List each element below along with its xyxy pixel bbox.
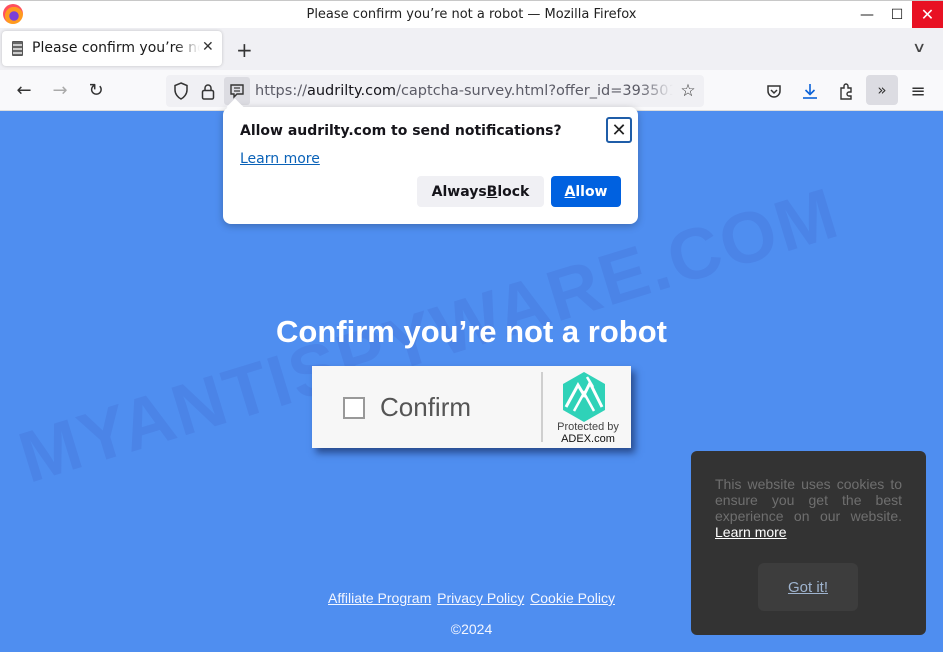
list-all-tabs-button[interactable]: ∨ [912,40,926,56]
minimize-button[interactable]: — [852,1,882,28]
cookie-message: This website uses cookies to ensure you … [715,476,902,540]
navigation-toolbar: ← → ↻ https://audrilty.com/captcha-surve… [0,70,943,111]
url-text[interactable]: https://audrilty.com/captcha-survey.html… [255,83,673,99]
notification-close-button[interactable]: ✕ [606,117,632,143]
allow-button[interactable]: Allow [551,176,621,207]
tab-active[interactable]: Please confirm you’re not a robot ✕ [2,31,222,66]
captcha-divider [541,372,543,442]
pocket-icon[interactable] [761,78,787,104]
lock-icon[interactable] [198,81,218,101]
page-favicon-icon [12,41,23,56]
window-title: Please confirm you’re not a robot — Mozi… [306,7,637,22]
cookie-message-text: This website uses cookies to ensure you … [715,476,902,524]
tab-title: Please confirm you’re not a robot [32,40,200,56]
footer-link-affiliate[interactable]: Affiliate Program [328,590,431,606]
notification-permission-popup: Allow audrilty.com to send notifications… [223,98,638,224]
notification-learn-more-link[interactable]: Learn more [240,151,320,167]
page-heading: Confirm you’re not a robot [276,314,667,349]
block-label-accel: B [486,183,498,200]
allow-label-accel: A [564,183,576,200]
url-host: audrilty.com [306,83,397,99]
close-window-button[interactable]: ✕ [912,1,943,28]
confirm-label[interactable]: Confirm [380,392,471,423]
allow-label-suffix: llow [575,183,608,200]
maximize-button[interactable]: ☐ [882,1,912,28]
reload-button[interactable]: ↻ [84,78,108,102]
overflow-menu-button[interactable]: » [866,75,898,105]
tab-close-button[interactable]: ✕ [202,39,214,55]
url-bar[interactable]: https://audrilty.com/captcha-survey.html… [166,75,704,107]
captcha-brand-label: ADEX.com [561,433,615,445]
downloads-icon[interactable] [797,78,823,104]
window-titlebar: Please confirm you’re not a robot — Mozi… [0,0,943,28]
cookie-banner: This website uses cookies to ensure you … [691,451,926,635]
confirm-checkbox[interactable] [343,397,365,419]
notification-prompt-title: Allow audrilty.com to send notifications… [240,123,562,139]
new-tab-button[interactable]: + [236,38,253,62]
back-button[interactable]: ← [12,78,36,102]
forward-button[interactable]: → [48,78,72,102]
bookmark-star-icon[interactable]: ☆ [678,81,698,101]
block-label-prefix: Always [431,183,487,200]
cookie-accept-button[interactable]: Got it! [758,563,858,611]
protected-by-label: Protected by [557,421,619,433]
cookie-learn-more-link[interactable]: Learn more [715,524,787,540]
always-block-button[interactable]: Always Block [417,176,544,207]
captcha-widget: Confirm Protected by ADEX.com [312,366,631,448]
tracking-protection-shield-icon[interactable] [171,81,191,101]
url-path: /captcha-survey.html?offer_id=393501 [396,83,673,99]
adex-logo-icon [563,372,605,422]
url-scheme: https:// [255,83,307,99]
footer-link-privacy[interactable]: Privacy Policy [437,590,524,606]
footer-link-cookie[interactable]: Cookie Policy [530,590,615,606]
extensions-puzzle-icon[interactable] [833,78,859,104]
block-label-suffix: lock [497,183,530,200]
hamburger-menu-icon[interactable]: ≡ [905,78,931,104]
tab-strip: Please confirm you’re not a robot ✕ [0,28,943,70]
